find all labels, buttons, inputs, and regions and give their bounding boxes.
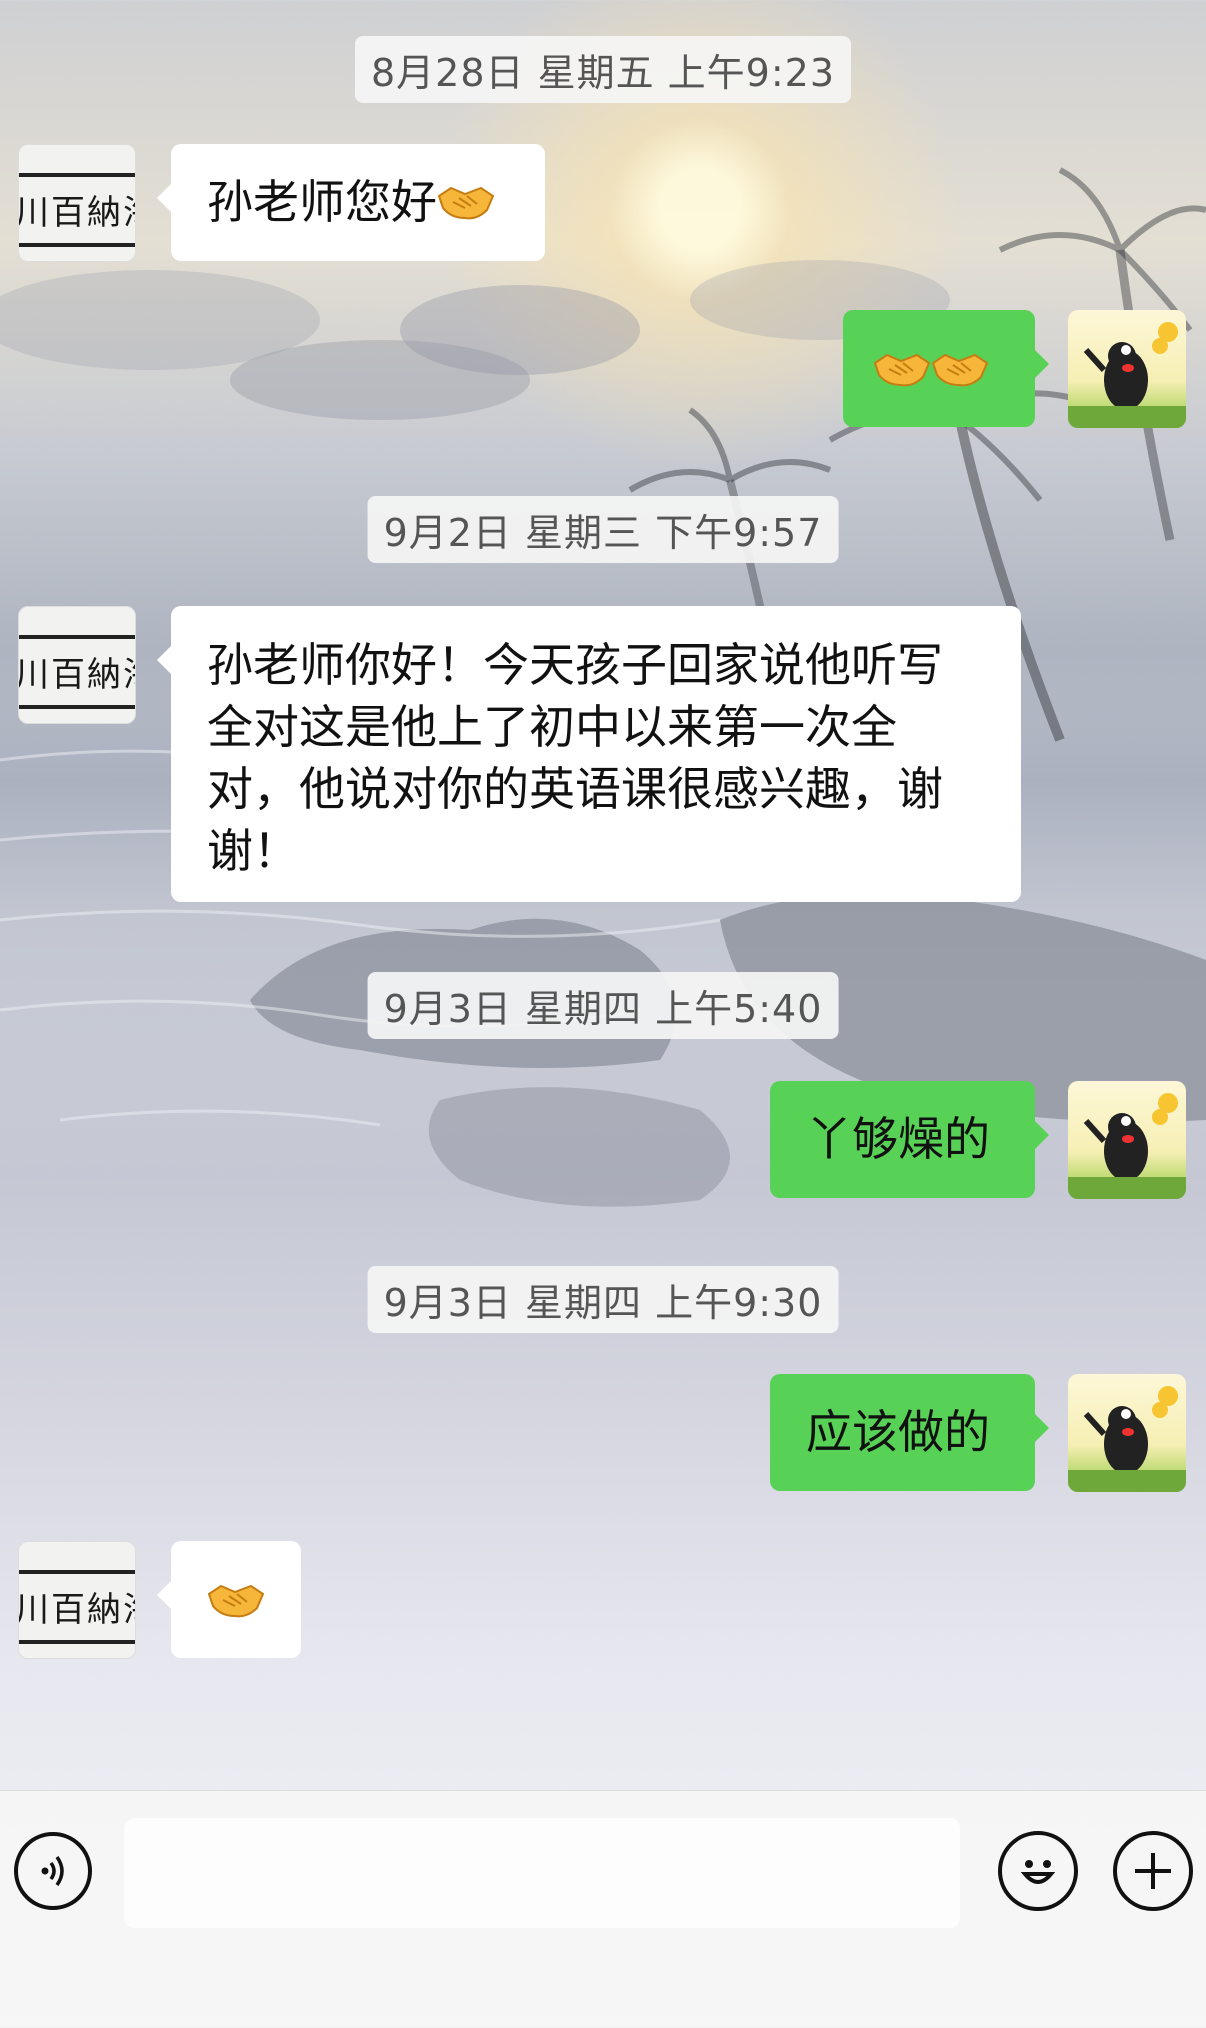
mole-cartoon-icon: [1068, 1386, 1186, 1492]
mole-cartoon-icon: [1068, 322, 1186, 428]
timestamp: 9月3日 星期四 上午9:30: [367, 1266, 839, 1333]
mole-cartoon-icon: [1068, 1093, 1186, 1199]
timestamp: 8月28日 星期五 上午9:23: [354, 36, 852, 103]
message-text-line: 谢！: [207, 824, 299, 878]
message-bubble-sent[interactable]: [843, 310, 1049, 427]
smiley-icon: [1020, 1860, 1056, 1884]
handshake-icon: [931, 342, 989, 404]
handshake-icon: [437, 175, 495, 237]
contact-avatar[interactable]: 川百納海: [18, 1541, 136, 1659]
handshake-icon: [207, 1573, 265, 1635]
avatar-calligraphy: 川百納海: [18, 655, 135, 695]
contact-avatar[interactable]: 川百納海: [18, 606, 136, 724]
timestamp: 9月3日 星期四 上午5:40: [367, 972, 839, 1039]
user-avatar[interactable]: [1068, 310, 1186, 428]
timestamp: 9月2日 星期三 下午9:57: [367, 496, 839, 563]
contact-avatar[interactable]: 川百納海: [18, 144, 136, 262]
emoji-button[interactable]: [998, 1831, 1078, 1911]
message-input[interactable]: [124, 1818, 960, 1928]
message-bubble-sent[interactable]: 丫够燥的: [770, 1081, 1049, 1198]
message-bubble-sent[interactable]: 应该做的: [770, 1374, 1049, 1491]
message-text: 丫够燥的: [806, 1112, 990, 1166]
user-avatar[interactable]: [1068, 1374, 1186, 1492]
avatar-calligraphy: 川百納海: [18, 1590, 135, 1630]
message-text-line: 全对这是他上了初中以来第一次全: [207, 700, 897, 754]
message-text: 孙老师您好: [207, 175, 437, 229]
voice-button[interactable]: [14, 1832, 92, 1910]
message-bubble-received[interactable]: 孙老师您好: [157, 144, 545, 261]
message-text: 应该做的: [806, 1405, 990, 1459]
more-button[interactable]: [1113, 1831, 1193, 1911]
voice-icon: [41, 1855, 64, 1887]
user-avatar[interactable]: [1068, 1081, 1186, 1199]
message-bubble-received[interactable]: 孙老师你好！今天孩子回家说他听写 全对这是他上了初中以来第一次全 对，他说对你的…: [157, 606, 1021, 902]
message-text-line: 孙老师你好！今天孩子回家说他听写: [207, 638, 943, 692]
plus-icon: [1135, 1853, 1171, 1889]
handshake-icon: [873, 342, 931, 404]
message-text-line: 对，他说对你的英语课很感兴趣，谢: [207, 762, 943, 816]
message-bubble-received[interactable]: [157, 1541, 301, 1658]
avatar-calligraphy: 川百納海: [18, 193, 135, 233]
